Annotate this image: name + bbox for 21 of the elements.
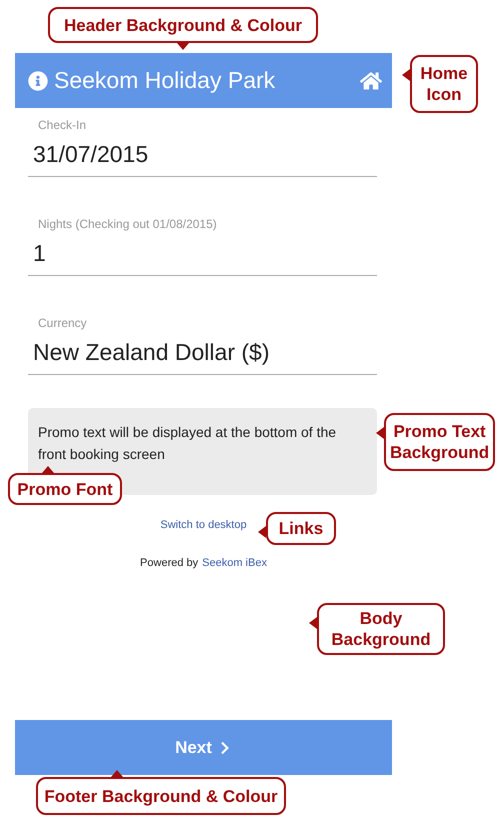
park-title: Seekom Holiday Park [54, 67, 276, 94]
field-value: New Zealand Dollar ($) [33, 339, 270, 366]
annotation-callout: Header Background & Colour [48, 7, 318, 50]
field-value: 31/07/2015 [33, 141, 150, 168]
powered-by-text: Powered by [140, 557, 198, 569]
seekom-link[interactable]: Seekom iBex [202, 557, 267, 569]
field-label: Currency [38, 316, 88, 330]
field-label: Check-In [38, 118, 88, 132]
annotation-callout: Promo Font [8, 466, 122, 505]
input-field[interactable]: Nights (Checking out 01/08/2015) 1 [28, 207, 377, 276]
annotation-callout: Promo Text Background [376, 413, 495, 471]
field-label: Nights (Checking out 01/08/2015) [38, 217, 218, 231]
info-icon[interactable] [28, 70, 48, 90]
input-field[interactable]: Check-In 31/07/2015 [28, 108, 377, 177]
switch-to-desktop-link[interactable]: Switch to desktop [160, 519, 247, 531]
annotation-callout: Home Icon [402, 55, 478, 113]
input-field[interactable]: Currency New Zealand Dollar ($) [28, 306, 377, 375]
annotation-callout: Links [258, 512, 336, 545]
field-value: 1 [33, 240, 47, 267]
home-icon[interactable] [360, 70, 382, 92]
annotation-callout: Body Background [309, 603, 445, 655]
